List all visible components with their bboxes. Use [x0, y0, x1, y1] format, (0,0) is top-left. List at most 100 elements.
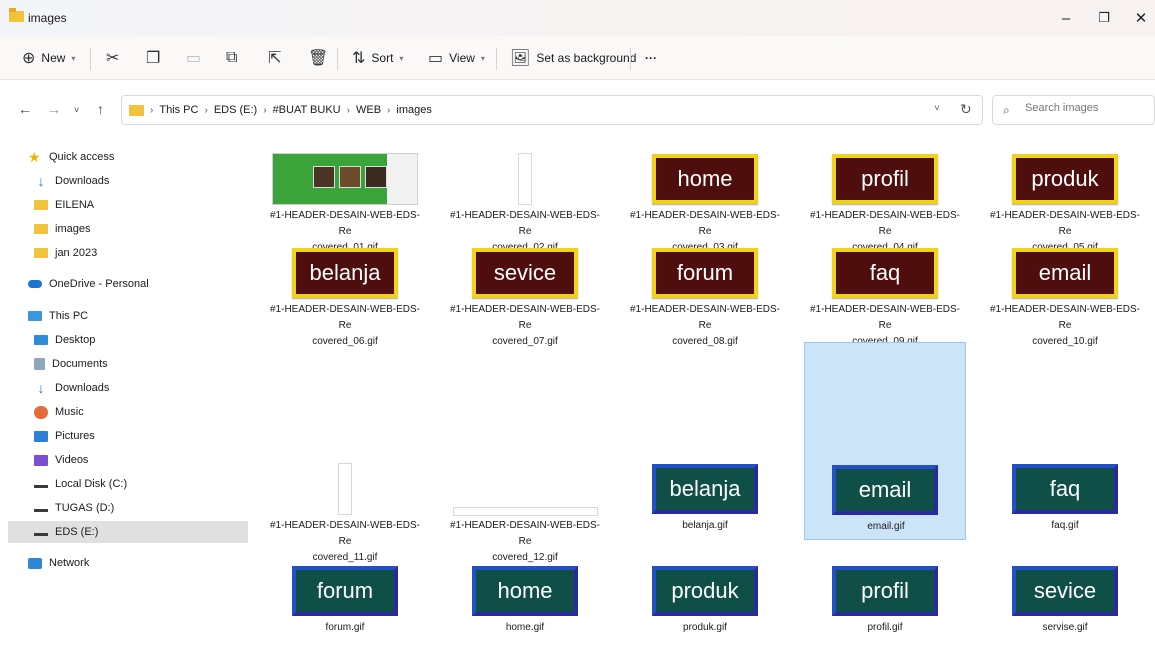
- file-item[interactable]: #1-HEADER-DESAIN-WEB-EDS-Recovered_02.gi…: [444, 148, 606, 253]
- file-item[interactable]: produk#1-HEADER-DESAIN-WEB-EDS-Recovered…: [984, 148, 1146, 253]
- breadcrumb-item[interactable]: #BUAT BUKU: [273, 104, 341, 116]
- share-button[interactable]: ⇱: [268, 44, 281, 72]
- file-item[interactable]: forum forum.gif: [264, 560, 426, 658]
- sidebar-item-eilena[interactable]: EILENA: [8, 194, 248, 216]
- rename-icon: ⧉: [226, 49, 238, 66]
- minimize-button[interactable]: –: [1052, 6, 1080, 30]
- file-item[interactable]: faq#1-HEADER-DESAIN-WEB-EDS-Recovered_09…: [804, 242, 966, 347]
- blank-thumbnail: [452, 506, 598, 516]
- sidebar-item-quick-access[interactable]: ★ Quick access: [8, 146, 248, 168]
- divider: [630, 48, 631, 70]
- chevron-right-icon: ›: [263, 104, 267, 116]
- folder-icon: [34, 200, 48, 210]
- file-name-line: #1-HEADER-DESAIN-WEB-EDS-Re: [269, 210, 421, 237]
- sidebar-item-documents[interactable]: Documents: [8, 353, 248, 375]
- file-item[interactable]: home home.gif: [444, 560, 606, 658]
- file-item[interactable]: sevice #1-HEADER-DESAIN-WEB-EDS-Re covered…: [444, 242, 606, 347]
- file-name-line: faq.gif: [1051, 520, 1079, 531]
- close-button[interactable]: ✕: [1127, 6, 1155, 30]
- breadcrumb-item[interactable]: images: [396, 104, 431, 116]
- back-arrow-icon[interactable]: ←: [18, 101, 32, 117]
- file-name-line: #1-HEADER-DESAIN-WEB-EDS-Re: [989, 210, 1141, 237]
- sidebar-item-label: images: [55, 223, 91, 235]
- file-item[interactable]: #1-HEADER-DESAIN-WEB-EDS-Recovered_01.gi…: [264, 148, 426, 253]
- picture-icon: 🖼: [510, 50, 531, 67]
- file-item[interactable]: produk produk.gif: [624, 560, 786, 658]
- forward-arrow-icon[interactable]: →: [47, 101, 61, 117]
- file-item[interactable]: faq faq.gif: [984, 342, 1146, 540]
- address-bar[interactable]: › This PC › EDS (E:) › #BUAT BUKU › WEB …: [121, 95, 983, 125]
- folder-icon: [9, 8, 24, 22]
- star-icon: ★: [28, 148, 41, 165]
- file-item[interactable]: belanja belanja.gif: [624, 342, 786, 540]
- file-item[interactable]: profil profil.gif: [804, 560, 966, 658]
- file-thumbnail: belanja: [630, 462, 780, 516]
- sidebar-item-local-disk-c[interactable]: Local Disk (C:): [8, 473, 248, 495]
- set-as-background-button[interactable]: 🖼 Set as background: [510, 44, 636, 72]
- sidebar-item-onedrive[interactable]: OneDrive - Personal: [8, 273, 248, 295]
- paste-button[interactable]: ▭: [186, 44, 201, 72]
- new-button[interactable]: ⊕ New ▾: [22, 44, 75, 72]
- file-item[interactable]: #1-HEADER-DESAIN-WEB-EDS-Re covered_11.gi…: [264, 342, 426, 563]
- copy-button[interactable]: ❐: [146, 44, 160, 72]
- view-button[interactable]: ▭ View ▾: [428, 44, 485, 72]
- file-name-line: #1-HEADER-DESAIN-WEB-EDS-Re: [269, 520, 421, 547]
- cut-button[interactable]: ✂: [106, 44, 119, 72]
- sidebar-item-label: jan 2023: [55, 247, 98, 259]
- breadcrumb-item[interactable]: This PC: [159, 104, 198, 116]
- file-name: home.gif: [444, 620, 606, 636]
- breadcrumb-item[interactable]: WEB: [356, 104, 381, 116]
- sidebar-item-pictures[interactable]: Pictures: [8, 425, 248, 447]
- file-name-line: belanja.gif: [682, 520, 728, 531]
- file-thumbnail: faq: [810, 246, 960, 300]
- sidebar-item-this-pc[interactable]: This PC: [8, 305, 248, 327]
- sidebar-item-tugas-d[interactable]: TUGAS (D:): [8, 497, 248, 519]
- breadcrumb-item[interactable]: EDS (E:): [214, 104, 257, 116]
- sidebar-item-eds-e[interactable]: EDS (E:): [8, 521, 248, 543]
- file-thumbnail: home: [450, 564, 600, 618]
- file-thumbnail: profil: [810, 564, 960, 618]
- up-arrow-icon[interactable]: ↑: [97, 101, 104, 117]
- delete-button[interactable]: 🗑: [308, 44, 328, 72]
- file-thumbnail: belanja: [270, 246, 420, 300]
- file-name-line: #1-HEADER-DESAIN-WEB-EDS-Re: [809, 304, 961, 331]
- file-thumbnail: sevice: [990, 564, 1140, 618]
- file-item[interactable]: belanja #1-HEADER-DESAIN-WEB-EDS-Re covere…: [264, 242, 426, 347]
- divider: [90, 48, 91, 70]
- sidebar-item-network[interactable]: Network: [8, 552, 248, 574]
- file-thumbnail: home: [630, 152, 780, 206]
- sidebar-item-videos[interactable]: Videos: [8, 449, 248, 471]
- sidebar-item-images[interactable]: images: [8, 218, 248, 240]
- refresh-icon[interactable]: ↻: [960, 101, 972, 118]
- file-item[interactable]: #1-HEADER-DESAIN-WEB-EDS-Re covered_12.gi…: [444, 342, 606, 563]
- file-item[interactable]: email email.gif: [804, 342, 966, 540]
- file-item[interactable]: forum #1-HEADER-DESAIN-WEB-EDS-Re covered_…: [624, 242, 786, 347]
- file-item[interactable]: home#1-HEADER-DESAIN-WEB-EDS-Recovered_0…: [624, 148, 786, 253]
- search-box[interactable]: ⌕: [992, 95, 1155, 125]
- rename-button[interactable]: ⧉: [226, 44, 237, 72]
- window-title: images: [28, 11, 67, 25]
- chevron-down-icon[interactable]: ˅: [74, 105, 79, 115]
- sidebar-item-label: Music: [55, 406, 84, 418]
- file-item[interactable]: profil#1-HEADER-DESAIN-WEB-EDS-Recovered…: [804, 148, 966, 253]
- chevron-down-icon[interactable]: ˅: [934, 103, 940, 114]
- folder-icon: [34, 248, 48, 258]
- file-item[interactable]: email #1-HEADER-DESAIN-WEB-EDS-Re covered_…: [984, 242, 1146, 347]
- view-icon: ▭: [428, 50, 444, 67]
- thumbnail-label: email: [832, 465, 938, 515]
- file-item[interactable]: sevice servise.gif: [984, 560, 1146, 658]
- sidebar-item-downloads-pc[interactable]: ↓ Downloads: [8, 377, 248, 399]
- sidebar-item-music[interactable]: Music: [8, 401, 248, 423]
- sidebar-item-desktop[interactable]: Desktop: [8, 329, 248, 351]
- title-bar: images – ❐ ✕: [0, 0, 1155, 36]
- search-input[interactable]: [1025, 102, 1145, 114]
- maximize-button[interactable]: ❐: [1090, 6, 1118, 30]
- sort-button[interactable]: ⇅ Sort ▾: [352, 44, 403, 72]
- file-thumbnail: [270, 152, 420, 206]
- sidebar-item-jan-2023[interactable]: jan 2023: [8, 242, 248, 264]
- photo-thumbnail: [339, 166, 361, 188]
- file-name: #1-HEADER-DESAIN-WEB-EDS-Re covered_12.gi…: [444, 518, 606, 566]
- sidebar-item-downloads[interactable]: ↓ Downloads: [8, 170, 248, 192]
- file-name: produk.gif: [624, 620, 786, 636]
- more-options-button[interactable]: ···: [645, 44, 657, 72]
